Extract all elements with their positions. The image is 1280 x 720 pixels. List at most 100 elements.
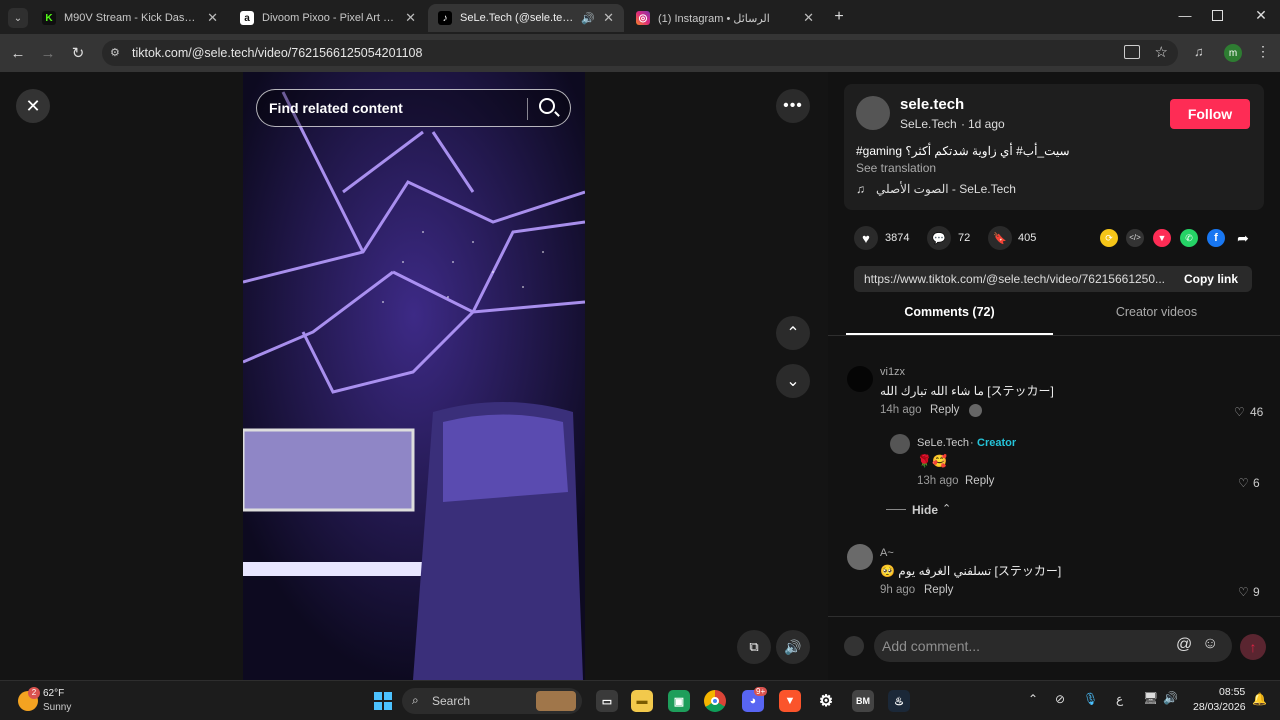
add-comment-input[interactable]: Add comment... @ ☺ bbox=[874, 630, 1232, 662]
speaker-icon[interactable]: 🔊 bbox=[1163, 691, 1178, 705]
comment-avatar[interactable] bbox=[847, 366, 873, 392]
author-avatar[interactable] bbox=[856, 96, 890, 130]
comment-time: 14h ago bbox=[880, 404, 922, 416]
settings-icon[interactable]: ⚙ bbox=[815, 690, 837, 712]
copy-link-box: https://www.tiktok.com/@sele.tech/video/… bbox=[854, 266, 1252, 292]
amazon-icon: a bbox=[240, 11, 254, 25]
steam-icon[interactable]: ♨ bbox=[888, 690, 910, 712]
show-hidden-icons-chevron[interactable]: ⌃ bbox=[1028, 692, 1038, 706]
volume-button[interactable]: 🔊 bbox=[776, 630, 810, 664]
whatsapp-icon[interactable]: ✆ bbox=[1180, 229, 1198, 247]
more-options-button[interactable]: ••• bbox=[776, 89, 810, 123]
post-comment-button[interactable]: ↑ bbox=[1240, 634, 1266, 660]
comment-like-icon[interactable]: ♡ bbox=[1234, 405, 1245, 419]
brave-icon[interactable]: ▼ bbox=[779, 690, 801, 712]
next-video-button[interactable]: ⌄ bbox=[776, 364, 810, 398]
network-off-icon[interactable]: ⊘ bbox=[1055, 692, 1065, 706]
comment-avatar[interactable] bbox=[847, 544, 873, 570]
forward-arrow-icon[interactable]: → bbox=[38, 43, 58, 63]
new-tab-button[interactable]: + bbox=[830, 8, 848, 26]
reply-username[interactable]: SeLe.Tech bbox=[917, 437, 969, 449]
close-viewer-button[interactable]: ✕ bbox=[16, 89, 50, 123]
start-button[interactable] bbox=[372, 690, 394, 712]
video-player[interactable]: Find related content bbox=[243, 72, 585, 680]
mention-icon[interactable]: @ bbox=[1176, 636, 1192, 654]
chrome-icon[interactable] bbox=[704, 690, 726, 712]
comment-count: 72 bbox=[958, 232, 971, 244]
profile-avatar[interactable]: m bbox=[1224, 44, 1242, 62]
tab-list-button[interactable]: ⌄ bbox=[8, 8, 28, 28]
media-controls-icon[interactable]: ♫ bbox=[1194, 44, 1210, 60]
follow-button[interactable]: Follow bbox=[1170, 99, 1250, 129]
divider bbox=[527, 98, 528, 120]
app-icon[interactable]: BM bbox=[852, 690, 874, 712]
send-icon[interactable]: ▼ bbox=[1153, 229, 1171, 247]
comment-username[interactable]: vi1zx bbox=[880, 366, 905, 378]
taskbar-search[interactable]: ⌕ Search bbox=[402, 688, 582, 714]
xbox-app-icon[interactable]: ▣ bbox=[668, 690, 690, 712]
like-button[interactable]: ♥ bbox=[854, 226, 878, 250]
tab-kick[interactable]: K M90V Stream - Kick Dashboard ✕ bbox=[32, 4, 228, 32]
post-age: 1d ago bbox=[968, 117, 1005, 131]
weather-widget[interactable]: 2 62°F Sunny bbox=[14, 687, 84, 717]
tab-instagram[interactable]: ◎ (1) Instagram • الرسائل ✕ bbox=[626, 4, 824, 32]
address-bar[interactable]: ⚙ tiktok.com/@sele.tech/video/7621566125… bbox=[102, 40, 1178, 66]
pip-button[interactable]: ⧉ bbox=[737, 630, 771, 664]
tab-amazon[interactable]: a Divoom Pixoo - Pixel Art Digital ✕ bbox=[230, 4, 426, 32]
see-translation-link[interactable]: See translation bbox=[856, 161, 936, 175]
back-arrow-icon[interactable]: ← bbox=[8, 43, 28, 63]
close-tab-icon[interactable]: ✕ bbox=[207, 10, 218, 26]
copy-link-button[interactable]: Copy link bbox=[1184, 272, 1238, 286]
repost-icon[interactable]: ⟳ bbox=[1100, 229, 1118, 247]
sound-name[interactable]: الصوت الأصلي - SeLe.Tech bbox=[876, 182, 1016, 196]
close-tab-icon[interactable]: ✕ bbox=[603, 10, 614, 26]
comment-reply-button[interactable]: Reply bbox=[930, 404, 959, 416]
close-tab-icon[interactable]: ✕ bbox=[803, 10, 814, 26]
hide-replies-button[interactable]: Hide bbox=[912, 503, 938, 517]
restore-window-icon[interactable] bbox=[1212, 10, 1223, 21]
language-indicator[interactable]: ع bbox=[1116, 692, 1123, 706]
weather-temp: 62°F bbox=[43, 688, 65, 699]
browser-menu-icon[interactable]: ⋮ bbox=[1256, 43, 1270, 63]
tab-comments[interactable]: Comments (72) bbox=[846, 303, 1053, 335]
audio-playing-icon[interactable]: 🔊 bbox=[581, 12, 595, 25]
reply-time: 13h ago bbox=[917, 475, 959, 487]
reload-icon[interactable]: ↻ bbox=[68, 43, 88, 63]
wifi-icon[interactable]: 🖥 bbox=[1143, 691, 1158, 705]
minimize-window-icon[interactable]: — bbox=[1176, 8, 1194, 26]
comment-button[interactable]: 💬 bbox=[927, 226, 951, 250]
bookmark-star-icon[interactable]: ☆ bbox=[1155, 43, 1168, 61]
author-display-name[interactable]: SeLe.Tech bbox=[900, 117, 957, 131]
emoji-icon[interactable]: ☺ bbox=[1202, 635, 1218, 653]
instagram-icon: ◎ bbox=[636, 11, 650, 25]
comment-username[interactable]: A~ bbox=[880, 547, 894, 559]
clock-date[interactable]: 28/03/2026 bbox=[1193, 701, 1246, 713]
previous-video-button[interactable]: ⌃ bbox=[776, 316, 810, 350]
share-arrow-icon[interactable]: ➦ bbox=[1234, 229, 1252, 247]
file-explorer-icon[interactable]: ▬ bbox=[631, 690, 653, 712]
comment-reply-button[interactable]: Reply bbox=[924, 584, 953, 596]
notification-bell-icon[interactable]: 🔔 bbox=[1252, 692, 1267, 706]
save-button[interactable]: 🔖 bbox=[988, 226, 1012, 250]
embed-icon[interactable]: </> bbox=[1126, 229, 1144, 247]
find-related-search[interactable]: Find related content bbox=[256, 89, 571, 127]
tab-tiktok[interactable]: ♪ SeLe.Tech (@sele.tech) | TikTok 🔊 ✕ bbox=[428, 4, 624, 32]
search-icon[interactable] bbox=[539, 98, 555, 114]
author-username[interactable]: sele.tech bbox=[900, 96, 964, 113]
search-icon-handle bbox=[554, 111, 560, 117]
tab-creator-videos[interactable]: Creator videos bbox=[1053, 303, 1260, 335]
facebook-icon[interactable]: f bbox=[1207, 229, 1225, 247]
install-app-icon[interactable] bbox=[1124, 45, 1140, 59]
reply-reply-button[interactable]: Reply bbox=[965, 475, 994, 487]
task-view-icon[interactable]: ▭ bbox=[596, 690, 618, 712]
author-card: sele.tech SeLe.Tech · 1d ago Follow #gam… bbox=[844, 84, 1264, 210]
reply-like-icon[interactable]: ♡ bbox=[1238, 476, 1249, 490]
comment-like-icon[interactable]: ♡ bbox=[1238, 585, 1249, 599]
close-tab-icon[interactable]: ✕ bbox=[405, 10, 416, 26]
close-window-icon[interactable]: ✕ bbox=[1252, 7, 1270, 25]
microphone-icon[interactable]: 🎙 bbox=[1083, 692, 1098, 706]
reply-avatar[interactable] bbox=[890, 434, 910, 454]
clock-time[interactable]: 08:55 bbox=[1219, 686, 1245, 698]
site-info-icon[interactable]: ⚙ bbox=[110, 46, 124, 60]
tab-title: Divoom Pixoo - Pixel Art Digital bbox=[262, 12, 397, 24]
